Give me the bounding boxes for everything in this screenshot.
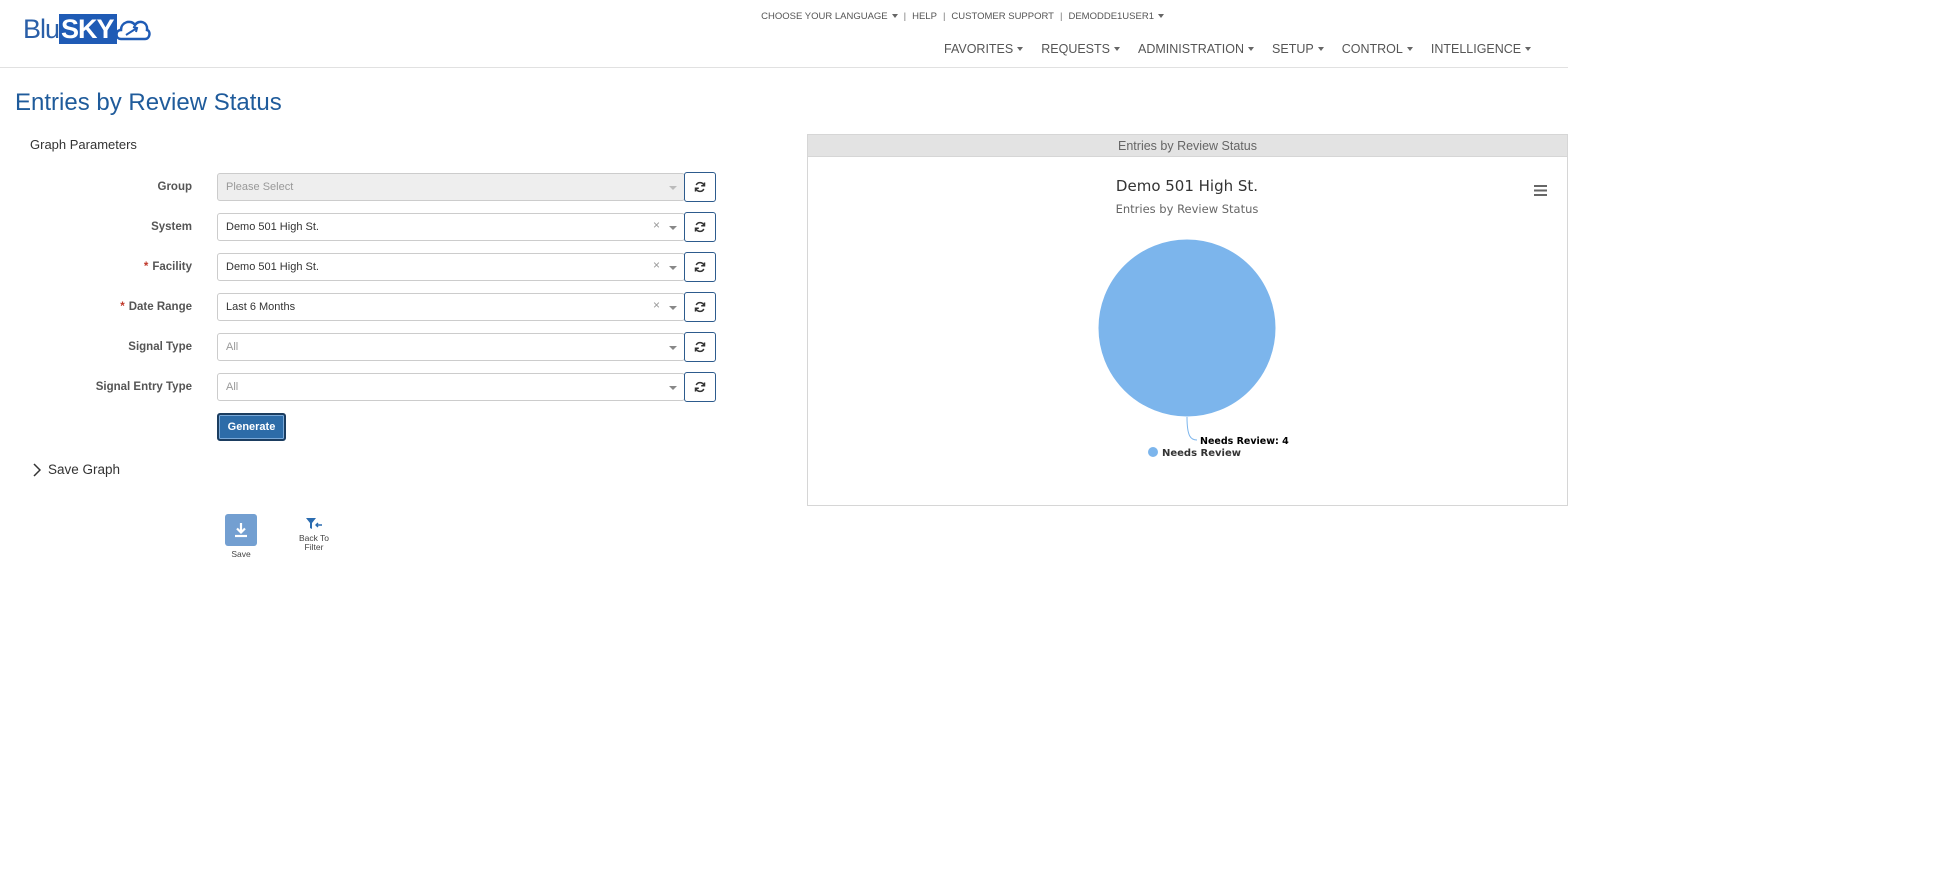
- group-row: Group Please Select: [0, 172, 720, 202]
- required-marker: *: [120, 301, 125, 313]
- back-to-filter-button[interactable]: Back To Filter: [294, 516, 334, 552]
- signal-entry-type-label: Signal Entry Type: [95, 381, 192, 393]
- logo-text-blu: Blu: [23, 14, 60, 44]
- caret-down-icon: [1317, 47, 1324, 51]
- group-value: Please Select: [226, 181, 294, 193]
- clear-icon[interactable]: ×: [653, 212, 660, 238]
- nav-control[interactable]: CONTROL: [1342, 42, 1413, 56]
- refresh-icon: [694, 221, 706, 233]
- chevron-right-icon: [33, 462, 41, 477]
- nav-setup[interactable]: SETUP: [1272, 42, 1324, 56]
- signal-entry-type-refresh-button[interactable]: [684, 372, 716, 402]
- date-range-label: * Date Range: [120, 301, 192, 313]
- signal-type-select[interactable]: All: [217, 333, 685, 361]
- chart-legend[interactable]: Needs Review: [1148, 447, 1241, 459]
- caret-down-icon: [1525, 47, 1532, 51]
- nav-administration[interactable]: ADMINISTRATION: [1138, 42, 1255, 56]
- filter-back-icon: [306, 518, 322, 529]
- system-refresh-button[interactable]: [684, 212, 716, 242]
- chart-title: Demo 501 High St.: [1116, 177, 1258, 195]
- caret-down-icon: [1406, 47, 1413, 51]
- facility-label: * Facility: [143, 261, 192, 273]
- bluesky-logo[interactable]: Blu SKY: [23, 13, 151, 45]
- signal-type-row: Signal Type All: [0, 332, 720, 362]
- chart-panel-header: Entries by Review Status: [808, 135, 1567, 157]
- nav-favorites[interactable]: FAVORITES: [944, 42, 1024, 56]
- clear-icon[interactable]: ×: [653, 252, 660, 278]
- nav-requests[interactable]: REQUESTS: [1041, 42, 1120, 56]
- page-title: Entries by Review Status: [15, 89, 282, 116]
- generate-button[interactable]: Generate: [217, 413, 286, 441]
- date-range-row: * Date Range Last 6 Months ×: [0, 292, 720, 322]
- facility-value: Demo 501 High St.: [226, 261, 319, 273]
- facility-select[interactable]: Demo 501 High St. ×: [217, 253, 685, 281]
- signal-entry-type-select[interactable]: All: [217, 373, 685, 401]
- system-value: Demo 501 High St.: [226, 221, 319, 233]
- refresh-icon: [694, 261, 706, 273]
- cloud-logo-icon: [114, 20, 151, 41]
- facility-refresh-button[interactable]: [684, 252, 716, 282]
- caret-down-icon: [1017, 47, 1024, 51]
- save-tool-button[interactable]: Save: [222, 514, 260, 559]
- header: Blu SKY CHOOSE YOUR LANGUAGE | HELP | CU…: [0, 0, 1568, 68]
- pie-chart: Demo 501 High St. Entries by Review Stat…: [1097, 177, 1547, 459]
- date-range-select[interactable]: Last 6 Months ×: [217, 293, 685, 321]
- language-dropdown[interactable]: CHOOSE YOUR LANGUAGE: [761, 11, 898, 22]
- caret-down-icon: [1248, 47, 1255, 51]
- chevron-down-icon: [669, 226, 677, 230]
- refresh-icon: [694, 301, 706, 313]
- chart-menu-icon[interactable]: [1534, 185, 1547, 196]
- refresh-icon: [694, 181, 706, 193]
- date-range-value: Last 6 Months: [226, 301, 296, 313]
- system-select[interactable]: Demo 501 High St. ×: [217, 213, 685, 241]
- help-link[interactable]: HELP: [912, 11, 937, 22]
- main-nav: FAVORITES REQUESTS ADMINISTRATION SETUP …: [944, 42, 1549, 56]
- user-dropdown[interactable]: DEMODDE1USER1: [1068, 11, 1164, 22]
- chevron-down-icon: [669, 266, 677, 270]
- save-graph-toggle[interactable]: Save Graph: [33, 462, 120, 477]
- legend-label[interactable]: Needs Review: [1162, 448, 1241, 459]
- user-label: DEMODDE1USER1: [1068, 11, 1154, 22]
- chevron-down-icon: [669, 306, 677, 310]
- group-label: Group: [157, 181, 193, 193]
- utility-nav: CHOOSE YOUR LANGUAGE | HELP | CUSTOMER S…: [761, 11, 1164, 22]
- customer-support-link[interactable]: CUSTOMER SUPPORT: [951, 11, 1054, 22]
- signal-type-label: Signal Type: [128, 341, 192, 353]
- chevron-down-icon: [669, 386, 677, 390]
- chart-panel: Entries by Review Status Demo 501 High S…: [807, 134, 1568, 506]
- refresh-icon: [694, 341, 706, 353]
- signal-entry-type-row: Signal Entry Type All: [0, 372, 720, 402]
- save-tool-label: Save: [231, 549, 251, 559]
- facility-row: * Facility Demo 501 High St. ×: [0, 252, 720, 282]
- logo-text-sky: SKY: [59, 14, 117, 44]
- language-label: CHOOSE YOUR LANGUAGE: [761, 11, 888, 22]
- group-refresh-button[interactable]: [684, 172, 716, 202]
- data-label-connector: [1186, 416, 1198, 441]
- save-graph-label: Save Graph: [48, 462, 121, 477]
- pie-slices: Needs Review: 4: [1097, 238, 1289, 447]
- system-row: System Demo 501 High St. ×: [0, 212, 720, 242]
- caret-down-icon: [891, 14, 898, 19]
- signal-type-refresh-button[interactable]: [684, 332, 716, 362]
- caret-down-icon: [1158, 14, 1164, 19]
- group-select[interactable]: Please Select: [217, 173, 685, 201]
- pie-slice[interactable]: [1097, 238, 1277, 418]
- legend-marker: [1148, 447, 1158, 457]
- system-label: System: [151, 221, 192, 233]
- download-icon: [225, 514, 257, 546]
- chart-subtitle: Entries by Review Status: [1116, 202, 1259, 216]
- chevron-down-icon: [669, 346, 677, 350]
- date-range-refresh-button[interactable]: [684, 292, 716, 322]
- graph-parameters-heading: Graph Parameters: [30, 137, 137, 152]
- clear-icon[interactable]: ×: [653, 292, 660, 318]
- chevron-down-icon: [669, 186, 677, 190]
- filter-label: Filter: [304, 542, 324, 552]
- data-label: Needs Review: 4: [1200, 436, 1289, 447]
- nav-intelligence[interactable]: INTELLIGENCE: [1431, 42, 1532, 56]
- signal-type-value: All: [226, 341, 239, 353]
- caret-down-icon: [1114, 47, 1120, 51]
- refresh-icon: [694, 381, 706, 393]
- required-marker: *: [143, 261, 149, 273]
- signal-entry-type-value: All: [226, 381, 239, 393]
